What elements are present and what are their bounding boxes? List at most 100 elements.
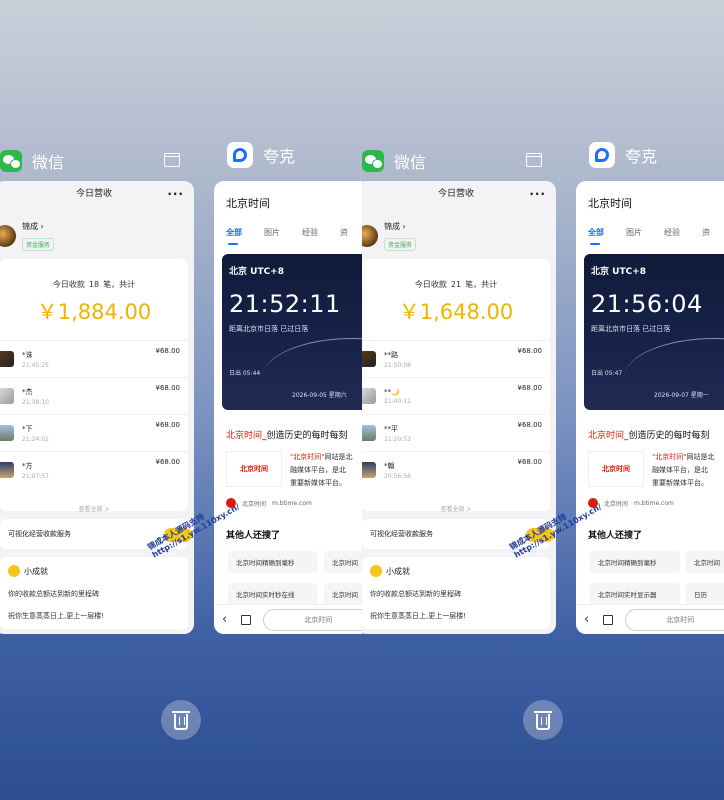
sunrise-text: 日出 05:44 bbox=[229, 370, 261, 377]
tab-all[interactable]: 全部 bbox=[226, 227, 242, 245]
beijing-time-widget[interactable]: 北京 UTC+8 21:56:04 距离北京市日落 已过日落 日出 05:47 … bbox=[584, 254, 724, 410]
related-search-chip[interactable]: 北京时间 bbox=[324, 551, 362, 573]
related-search-chip[interactable]: 日历 bbox=[686, 583, 724, 605]
avatar bbox=[362, 462, 376, 478]
avatar bbox=[362, 425, 376, 441]
quark-app-card[interactable]: 北京时间 全部 图片 经验 资 北京 UTC+8 21:52:11 距离北京市日… bbox=[214, 181, 362, 634]
achievement-title: 小成就 bbox=[24, 566, 48, 576]
view-all-link[interactable]: 查看全部 > bbox=[362, 504, 550, 513]
search-tabs: 全部 图片 经验 资 bbox=[214, 211, 362, 245]
merchant-info[interactable]: 锦成 › 资金服务 bbox=[0, 207, 194, 251]
total-amount: ￥1,648.00 bbox=[398, 300, 514, 324]
address-bar[interactable]: 北京时间 bbox=[262, 608, 362, 631]
beijing-time-widget[interactable]: 北京 UTC+8 21:52:11 距离北京市日落 已过日落 日出 05:44 … bbox=[222, 254, 362, 410]
tab-experience[interactable]: 经验 bbox=[664, 227, 680, 238]
service-label: 可视化经营收款服务 bbox=[370, 530, 433, 538]
related-search-chip[interactable]: 北京时间实时显示器 bbox=[590, 583, 680, 605]
tabs-icon[interactable] bbox=[603, 614, 613, 625]
tab-images[interactable]: 图片 bbox=[626, 227, 642, 238]
search-query-title: 北京时间 bbox=[226, 197, 270, 210]
sun-arc bbox=[262, 338, 362, 410]
payer-name: **路 bbox=[384, 350, 398, 359]
current-date: 2026-09-05 星期六 bbox=[292, 392, 347, 399]
avatar bbox=[362, 225, 378, 247]
tab-experience[interactable]: 经验 bbox=[302, 227, 318, 238]
back-icon[interactable]: ‹ bbox=[584, 612, 589, 627]
address-bar[interactable]: 北京时间 bbox=[624, 608, 724, 631]
app-name: 夸克 bbox=[263, 147, 296, 166]
page-title: 今日营收 ··· bbox=[362, 181, 556, 207]
achievement-text: 祝你生意蒸蒸日上,更上一层楼! bbox=[370, 612, 467, 620]
list-item[interactable]: **🌙 21:40:11 ¥68.00 bbox=[362, 377, 550, 414]
result-title[interactable]: 北京时间_创造历史的每时每刻 bbox=[576, 410, 724, 441]
service-label: 可视化经营收款服务 bbox=[8, 530, 71, 538]
tab-resources[interactable]: 资 bbox=[340, 227, 348, 238]
achievement-title: 小成就 bbox=[386, 566, 410, 576]
related-search-chip[interactable]: 北京时间精确到毫秒 bbox=[228, 551, 318, 573]
timezone-label: 北京 UTC+8 bbox=[591, 267, 646, 277]
trash-icon bbox=[172, 711, 190, 730]
wechat-app-header[interactable]: 微信 bbox=[0, 149, 64, 173]
achievement-icon bbox=[370, 565, 382, 577]
related-search-chip[interactable]: 北京时间 bbox=[324, 583, 362, 605]
payer-name: *翰 bbox=[384, 461, 395, 470]
browser-toolbar: ‹ 北京时间 bbox=[576, 604, 724, 634]
list-item[interactable]: **平 21:20:53 ¥68.00 bbox=[362, 414, 550, 451]
result-title[interactable]: 北京时间_创造历史的每时每刻 bbox=[214, 410, 362, 441]
payer-name: *诛 bbox=[22, 350, 33, 359]
tab-resources[interactable]: 资 bbox=[702, 227, 710, 238]
quark-app-header[interactable]: 夸克 bbox=[227, 142, 295, 168]
avatar bbox=[362, 351, 376, 367]
app-name: 夸克 bbox=[625, 147, 658, 166]
quark-app-header[interactable]: 夸克 bbox=[589, 142, 657, 168]
window-mode-icon[interactable] bbox=[526, 153, 542, 167]
view-all-link[interactable]: 查看全部 > bbox=[0, 504, 188, 513]
app-name: 微信 bbox=[394, 153, 427, 172]
current-time: 21:52:11 bbox=[229, 290, 341, 318]
list-item[interactable]: *翰 20:56:56 ¥68.00 bbox=[362, 451, 550, 488]
tabs-icon[interactable] bbox=[241, 614, 251, 625]
result-snippet: "北京时间"网站是北 融媒体平台，是北 重要新媒体平台。 bbox=[652, 453, 715, 487]
source-url: m.btime.com bbox=[272, 499, 312, 507]
more-icon[interactable]: ··· bbox=[167, 181, 184, 207]
list-item[interactable]: **路 21:50:08 ¥68.00 bbox=[362, 340, 550, 377]
app-name: 微信 bbox=[32, 153, 65, 172]
search-tabs: 全部 图片 经验 资 bbox=[576, 211, 724, 245]
back-icon[interactable]: ‹ bbox=[222, 612, 227, 627]
related-search-chip[interactable]: 北京时间精确到毫秒 bbox=[590, 551, 680, 573]
sun-arc bbox=[624, 338, 724, 410]
achievement-text: 你的收款总额达到新的里程碑 bbox=[8, 590, 99, 598]
result-snippet: "北京时间"网站是北 融媒体平台，是北 重要新媒体平台。 bbox=[290, 453, 353, 487]
tab-images[interactable]: 图片 bbox=[264, 227, 280, 238]
quark-app-card[interactable]: 北京时间 全部 图片 经验 资 北京 UTC+8 21:56:04 距离北京市日… bbox=[576, 181, 724, 634]
merchant-info[interactable]: 锦成 › 资金服务 bbox=[362, 207, 556, 251]
quark-icon bbox=[589, 142, 615, 168]
wechat-app-card[interactable]: 今日营收 ··· 锦成 › 资金服务 今日收款 21 笔，共计 ￥1,648.00 bbox=[362, 181, 556, 634]
achievement-card: 小成就 你的收款总额达到新的里程碑 祝你生意蒸蒸日上,更上一层楼! bbox=[362, 557, 550, 629]
related-search-chip[interactable]: 北京时间实时秒在线 bbox=[228, 583, 318, 605]
wechat-app-header[interactable]: 微信 bbox=[362, 149, 426, 173]
revenue-summary: 今日收款 18 笔，共计 ￥1,884.00 *诛 21:45:25 ¥68.00 *… bbox=[0, 259, 188, 513]
page-title-text: 今日营收 bbox=[75, 189, 112, 199]
window-mode-icon[interactable] bbox=[164, 153, 180, 167]
payer-name: *下 bbox=[22, 424, 33, 433]
achievement-card: 小成就 你的收款总额达到新的里程碑 祝你生意蒸蒸日上,更上一层楼! bbox=[0, 557, 188, 629]
clear-all-button[interactable] bbox=[161, 700, 201, 740]
list-item[interactable]: *诛 21:45:25 ¥68.00 bbox=[0, 340, 188, 377]
payment-time: 21:24:02 bbox=[22, 435, 49, 443]
list-item[interactable]: *下 21:24:02 ¥68.00 bbox=[0, 414, 188, 451]
payment-value: ¥68.00 bbox=[155, 421, 181, 429]
list-item[interactable]: *方 21:07:57 ¥68.00 bbox=[0, 451, 188, 488]
related-search-chip[interactable]: 北京时间 bbox=[686, 551, 724, 573]
sunset-text: 距离北京市日落 已过日落 bbox=[591, 325, 671, 333]
payer-name: **🌙 bbox=[384, 387, 400, 396]
list-item[interactable]: *杰 21:38:10 ¥68.00 bbox=[0, 377, 188, 414]
payment-time: 21:38:10 bbox=[22, 398, 49, 406]
more-icon[interactable]: ··· bbox=[529, 181, 546, 207]
tab-all[interactable]: 全部 bbox=[588, 227, 604, 245]
payment-count: 今日收款 21 笔，共计 bbox=[414, 280, 498, 289]
clear-all-button[interactable] bbox=[523, 700, 563, 740]
avatar bbox=[0, 462, 14, 478]
payment-count: 今日收款 18 笔，共计 bbox=[52, 280, 136, 289]
wechat-app-card[interactable]: 今日营收 ··· 锦成 › 资金服务 今日收款 18 笔，共计 ￥1,884.00 bbox=[0, 181, 194, 634]
